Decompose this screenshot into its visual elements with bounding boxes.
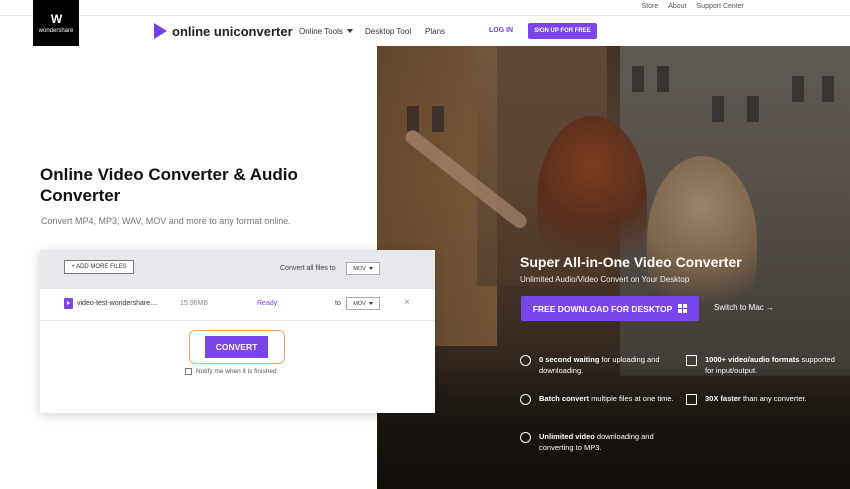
clock-icon bbox=[520, 355, 531, 366]
utility-bar: Store About Support Center bbox=[0, 0, 850, 16]
remove-file-icon[interactable]: × bbox=[404, 297, 410, 308]
feature-text: Batch convert multiple files at one time… bbox=[539, 394, 674, 403]
about-link[interactable]: About bbox=[668, 3, 686, 10]
feature-text: 0 second waiting for uploading and downl… bbox=[539, 355, 660, 375]
promo-title: Super All-in-One Video Converter bbox=[520, 254, 742, 270]
format-icon bbox=[686, 355, 697, 366]
download-icon bbox=[520, 432, 531, 443]
free-download-button[interactable]: FREE DOWNLOAD FOR DESKTOP bbox=[521, 296, 699, 321]
wondershare-logo-icon: W bbox=[50, 11, 62, 26]
feature-item: 0 second waiting for uploading and downl… bbox=[520, 354, 674, 376]
nav-desktop-tool[interactable]: Desktop Tool bbox=[365, 27, 411, 36]
convert-all-label: Convert all files to bbox=[280, 265, 336, 272]
file-row: video-test-wondershare.... 15.96MB Ready… bbox=[40, 289, 435, 321]
copy-icon bbox=[686, 394, 697, 405]
converter-header: + ADD MORE FILES Convert all files to MO… bbox=[40, 250, 435, 289]
file-format-value: MOV bbox=[353, 300, 366, 307]
convert-button[interactable]: CONVERT bbox=[205, 336, 268, 358]
feature-text: 30X faster than any converter. bbox=[705, 394, 807, 403]
caret-down-icon bbox=[368, 302, 373, 305]
notify-label: Notify me when it is finished bbox=[196, 368, 277, 375]
file-format-select[interactable]: MOV bbox=[346, 297, 380, 310]
feature-item: 1000+ video/audio formats supported for … bbox=[686, 354, 840, 376]
play-logo-icon bbox=[154, 23, 167, 39]
support-center-link[interactable]: Support Center bbox=[697, 3, 744, 10]
nav-online-tools[interactable]: Online Tools bbox=[299, 27, 353, 36]
uniconverter-logo[interactable]: online uniconverter bbox=[154, 23, 293, 39]
logo-text: online uniconverter bbox=[172, 23, 293, 39]
nav-online-tools-label: Online Tools bbox=[299, 27, 343, 36]
wondershare-brand[interactable]: W wondershare bbox=[33, 0, 79, 46]
caret-down-icon bbox=[346, 29, 353, 33]
caret-down-icon bbox=[368, 267, 373, 270]
login-link[interactable]: LOG IN bbox=[489, 27, 513, 34]
store-link[interactable]: Store bbox=[641, 3, 658, 10]
free-download-label: FREE DOWNLOAD FOR DESKTOP bbox=[532, 303, 673, 314]
feature-item: Unlimited video downloading and converti… bbox=[520, 431, 689, 453]
main-nav: online uniconverter Online Tools Desktop… bbox=[0, 16, 850, 46]
file-name: video-test-wondershare.... bbox=[77, 300, 158, 307]
hero-title: Online Video Converter & Audio Converter bbox=[40, 165, 298, 205]
feature-item: Batch convert multiple files at one time… bbox=[520, 393, 674, 405]
add-more-files-button[interactable]: + ADD MORE FILES bbox=[64, 260, 134, 274]
notify-checkbox[interactable] bbox=[185, 368, 192, 375]
convert-all-format-select[interactable]: MOV bbox=[346, 262, 380, 275]
converter-widget: + ADD MORE FILES Convert all files to MO… bbox=[40, 250, 435, 413]
rocket-icon bbox=[520, 394, 531, 405]
file-size: 15.96MB bbox=[180, 300, 209, 307]
nav-plans[interactable]: Plans bbox=[425, 27, 445, 36]
brand-name: wondershare bbox=[38, 27, 74, 34]
switch-to-mac-link[interactable]: Switch to Mac → bbox=[714, 303, 774, 312]
file-status: Ready bbox=[257, 300, 278, 307]
promo-subtitle: Unlimited Audio/Video Convert on Your De… bbox=[520, 275, 690, 284]
feature-text: 1000+ video/audio formats supported for … bbox=[705, 355, 835, 375]
windows-icon bbox=[678, 304, 688, 313]
notify-option[interactable]: Notify me when it is finished bbox=[185, 368, 277, 375]
video-file-icon bbox=[64, 298, 73, 309]
convert-button-highlight: CONVERT bbox=[189, 330, 285, 364]
feature-text: Unlimited video downloading and converti… bbox=[539, 432, 654, 452]
hero-subtitle: Convert MP4, MP3, WAV, MOV and more to a… bbox=[41, 216, 291, 226]
convert-all-format-value: MOV bbox=[353, 265, 366, 272]
signup-button[interactable]: SIGN UP FOR FREE bbox=[528, 23, 597, 39]
feature-item: 30X faster than any converter. bbox=[686, 393, 840, 405]
utility-links: Store About Support Center bbox=[641, 3, 744, 10]
to-label: to bbox=[335, 300, 341, 307]
